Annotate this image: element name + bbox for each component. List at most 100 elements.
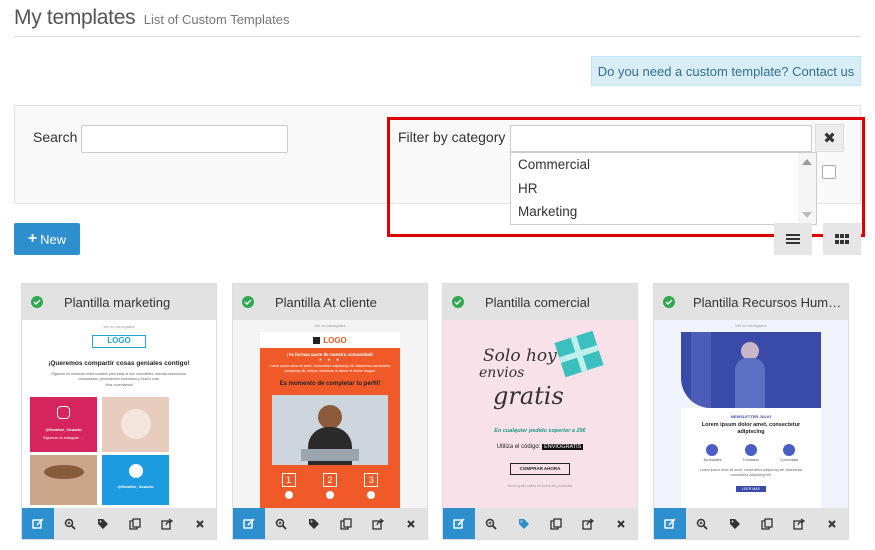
close-icon: ✖ [823,130,836,147]
category-dropdown[interactable]: Commercial HR Marketing [510,152,817,225]
delete-icon [617,519,625,528]
grid-view-button[interactable] [823,223,861,255]
tag-button[interactable] [508,508,540,539]
instagram-icon [57,406,70,419]
delete-button[interactable] [395,508,427,539]
duplicate-button[interactable] [751,508,783,539]
plus-icon: + [27,230,38,247]
gift-icon [554,330,604,378]
card-header: Plantilla Recursos Hum… [654,284,848,320]
category-label: Filter by category [398,129,506,145]
template-card[interactable]: Plantilla Recursos Hum… Ver en navegador… [653,283,849,540]
page-title: My templates [14,6,136,29]
duplicate-icon [129,517,141,530]
page-subtitle: List of Custom Templates [143,12,290,27]
search-input[interactable] [81,125,288,153]
tag-icon [518,518,529,529]
clear-category-button[interactable]: ✖ [815,124,844,152]
preview-icon-label: Formación [742,458,760,462]
preview-photo [102,397,169,452]
duplicate-icon [761,517,773,530]
tag-button[interactable] [298,508,330,539]
template-name: Plantilla comercial [485,294,590,310]
share-button[interactable] [362,508,394,539]
template-name: Plantilla At cliente [275,294,377,310]
preview-body-block: NEWSLETTER JULIO Lorem ipsum dolor amet,… [681,408,821,508]
zoom-icon [276,518,288,530]
preview-top-text: Ver en navegador [314,323,346,328]
tag-button[interactable] [719,508,751,539]
preview-button[interactable] [686,508,718,539]
preview-icon-label: Comunidad [780,458,799,462]
edit-button[interactable] [233,508,266,539]
scroll-down-icon[interactable] [802,212,812,218]
preview-code-row: Utiliza el código: ENVIOGRATIS [443,444,637,450]
card-toolbar [233,508,427,539]
check-icon [452,296,464,308]
tag-button[interactable] [87,508,119,539]
template-preview[interactable]: Ver en navegador NEWSLETTER JULIO Lorem … [654,320,848,508]
duplicate-button[interactable] [330,508,362,539]
edit-icon [664,517,676,529]
template-preview[interactable]: Ver en navegador LOGO ¡Ya formas parte d… [233,320,427,508]
tag-icon [97,518,108,529]
template-card[interactable]: Plantilla comercial Solo hoy envios grat… [442,283,638,540]
preview-cta: Es momento de completar tu perfil! [279,381,381,387]
preview-line2: envios [479,365,525,381]
dropdown-scrollbar[interactable] [798,153,816,224]
preview-button[interactable] [265,508,297,539]
category-input[interactable] [510,125,812,152]
delete-button[interactable] [816,508,848,539]
delete-button[interactable] [184,508,216,539]
twitter-icon [128,464,143,478]
category-option-hr[interactable]: HR [511,177,816,201]
card-toolbar [22,508,216,539]
duplicate-button[interactable] [119,508,151,539]
contact-link[interactable]: Do you need a custom template? Contact u… [591,56,861,86]
share-button[interactable] [151,508,183,539]
category-option-marketing[interactable]: Marketing [511,200,816,224]
category-option-commercial[interactable]: Commercial [511,153,816,177]
duplicate-icon [550,517,562,530]
list-icon [786,234,800,244]
duplicate-button[interactable] [540,508,572,539]
preview-step: 2 [322,473,337,487]
preview-photo [681,332,821,408]
preview-step: 1 [281,473,296,487]
edit-button[interactable] [22,508,55,539]
delete-icon [196,519,204,528]
template-name: Plantilla marketing [64,294,171,310]
share-button[interactable] [572,508,604,539]
category-checkbox[interactable] [822,165,836,179]
edit-icon [243,517,255,529]
preview-code-label: Utiliza el código: [496,444,541,450]
card-toolbar [443,508,637,539]
preview-line1: Solo hoy [483,346,557,366]
new-template-button[interactable]: + New [14,223,80,255]
preview-headline: Lorem ipsum dolor amet, consectetur adip… [701,422,801,435]
edit-button[interactable] [443,508,476,539]
template-preview[interactable]: Solo hoy envios gratis En cualquier pedi… [443,320,637,508]
delete-button[interactable] [605,508,637,539]
delete-icon [828,519,836,528]
zoom-icon [486,518,498,530]
preview-follow: ¡Nos conectamos! [104,383,134,387]
preview-code: ENVIOGRATIS [542,444,584,450]
preview-body: Lorem ipsum dolor sit amet, consectetur … [699,468,803,477]
preview-photo [30,455,97,505]
share-icon [582,517,595,530]
preview-button[interactable] [54,508,86,539]
list-view-button[interactable] [774,223,812,255]
template-card[interactable]: Plantilla marketing Ver en navegador LOG… [21,283,217,540]
check-icon [31,296,43,308]
scroll-up-icon[interactable] [802,159,812,165]
tag-icon [729,518,740,529]
search-label: Search [33,129,78,145]
template-preview[interactable]: Ver en navegador LOGO ¡Queremos comparti… [22,320,216,508]
preview-body: Lorem ipsum dolor sit amet, consectetur … [269,364,391,373]
edit-button[interactable] [654,508,687,539]
preview-instagram-block: @Nombre_Usuario Síguenos en Instagram → [30,397,97,452]
template-card[interactable]: Plantilla At cliente Ver en navegador LO… [232,283,428,540]
share-button[interactable] [783,508,815,539]
preview-button[interactable] [475,508,507,539]
